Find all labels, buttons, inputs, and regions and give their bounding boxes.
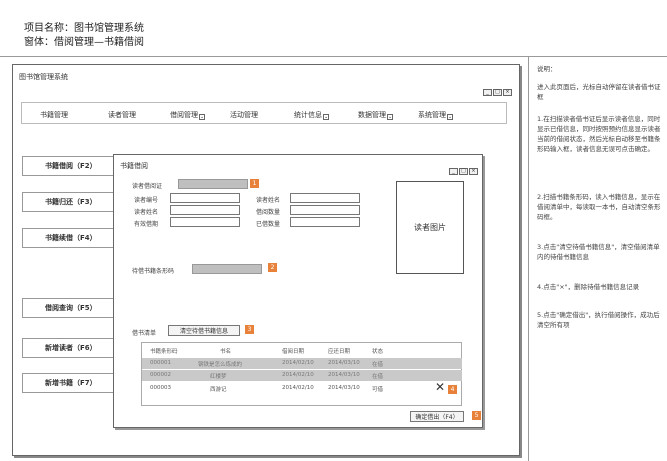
notes-item-1: 1.在扫描读者借书证后显示读者信息，同时显示已借信息，同时按照预约信息显示读者当…	[537, 115, 661, 153]
table-row[interactable]: 000003 西游记 2014/02/10 2014/03/10 可借	[142, 383, 462, 394]
menu-statistics[interactable]: 统计信息 ⌄	[294, 110, 329, 120]
chevron-down-icon: ⌄	[447, 114, 453, 120]
notes-item-3: 3.点击"清空待借书籍信息"，清空借阅清单内的待借书籍信息	[537, 243, 660, 261]
reader-name2-label: 读者姓名	[256, 197, 281, 204]
grid-header-row: 书籍条形码 书名 借阅日期 应还日期 状态	[142, 345, 462, 356]
cell-barcode: 000001	[150, 360, 171, 366]
col-status: 状态	[372, 349, 384, 355]
clear-pending-button[interactable]: 清空待借书籍信息	[168, 325, 240, 336]
menu-borrow[interactable]: 借阅管理 ⌄	[170, 110, 205, 120]
chevron-down-icon: ⌄	[323, 114, 329, 120]
reader-id-field[interactable]	[170, 193, 240, 203]
cell-status: 在借	[372, 362, 384, 368]
confirm-borrow-button[interactable]: 确定借出（F4）	[410, 411, 464, 422]
borrow-list-label: 借书清单	[132, 330, 157, 337]
notes-title: 说明：	[537, 65, 557, 73]
step-badge-3: 3	[245, 325, 254, 334]
chevron-down-icon: ⌄	[199, 114, 205, 120]
borrow-list-grid: 书籍条形码 书名 借阅日期 应还日期 状态 000001 钢铁是怎么炼成的 20…	[141, 342, 462, 406]
borrow-quota-label: 借阅数量	[256, 209, 281, 216]
minimize-button[interactable]: _	[483, 89, 492, 96]
window-title: 图书馆管理系统	[19, 73, 68, 81]
menu-data[interactable]: 数据管理 ⌄	[358, 110, 393, 120]
menu-readers[interactable]: 读者管理	[108, 110, 136, 120]
maximize-button[interactable]: □	[493, 89, 502, 96]
book-barcode-label: 待借书籍条形码	[132, 268, 175, 275]
notes-panel: 说明： 进入此页面后，光标自动停留在读者借书证框 1.在扫描读者借书证后显示读者…	[528, 56, 667, 461]
valid-period-label: 有效借期	[134, 221, 159, 228]
dialog-maximize-button[interactable]: □	[459, 168, 468, 175]
cell-title: 西游记	[210, 387, 227, 393]
table-row[interactable]: 000001 钢铁是怎么炼成的 2014/02/10 2014/03/10 在借	[142, 358, 462, 369]
window-controls: _ □ ×	[483, 89, 512, 96]
menu-books[interactable]: 书籍管理	[40, 110, 68, 120]
menu-bar: 书籍管理 读者管理 借阅管理 ⌄ 活动管理 统计信息 ⌄ 数据管理 ⌄ 系统管理 ⌄	[21, 102, 507, 124]
project-name: 项目名称：图书馆管理系统	[24, 23, 144, 34]
form-name: 窗体：借阅管理—书籍借阅	[24, 37, 144, 48]
dialog-minimize-button[interactable]: _	[449, 168, 458, 175]
col-due-date: 应还日期	[328, 349, 351, 355]
borrow-dialog: 书籍借阅 _ □ × 读者借阅证 1 读者编号 读者姓名 有效借期 读者姓名 借…	[113, 154, 483, 428]
cell-status: 在借	[372, 374, 384, 380]
col-title: 书名	[220, 349, 232, 355]
table-row[interactable]: 000002 红楼梦 2014/02/10 2014/03/10 在借	[142, 370, 462, 381]
notes-item-2: 2.扫描书籍条形码，读入书籍信息，显示在借阅清单中，每读取一本书，自动清空条形码…	[537, 193, 661, 221]
cell-barcode: 000002	[150, 372, 171, 378]
borrow-quota-field[interactable]	[290, 205, 360, 215]
dialog-controls: _ □ ×	[449, 168, 478, 175]
reader-id-label: 读者编号	[134, 197, 159, 204]
col-borrow-date: 借阅日期	[282, 349, 305, 355]
dialog-title: 书籍借阅	[120, 162, 148, 170]
cell-due-date: 2014/03/10	[328, 385, 360, 391]
step-badge-2: 2	[268, 263, 277, 272]
menu-activities[interactable]: 活动管理	[230, 110, 258, 120]
reader-name-field[interactable]	[170, 205, 240, 215]
borrowed-count-label: 已借数量	[256, 221, 281, 228]
cell-borrow-date: 2014/02/10	[282, 372, 314, 378]
step-badge-1: 1	[250, 179, 259, 188]
chevron-down-icon: ⌄	[387, 114, 393, 120]
notes-item-5: 5.点击"确定借出"，执行借阅操作，成功后清空所有项	[537, 311, 660, 329]
reader-card-input[interactable]	[178, 179, 248, 189]
menu-system[interactable]: 系统管理 ⌄	[418, 110, 453, 120]
cell-barcode: 000003	[150, 385, 171, 391]
delete-row-icon[interactable]: ✕	[435, 380, 445, 394]
cell-borrow-date: 2014/02/10	[282, 360, 314, 366]
close-button[interactable]: ×	[503, 89, 512, 96]
step-badge-4: 4	[448, 385, 457, 394]
cell-borrow-date: 2014/02/10	[282, 385, 314, 391]
cell-due-date: 2014/03/10	[328, 372, 360, 378]
step-badge-5: 5	[472, 411, 481, 420]
reader-name-label: 读者姓名	[134, 209, 159, 216]
dialog-close-button[interactable]: ×	[469, 168, 478, 175]
notes-item-4: 4.点击"×"，删除待借书籍信息记录	[537, 283, 640, 291]
cell-due-date: 2014/03/10	[328, 360, 360, 366]
notes-intro: 进入此页面后，光标自动停留在读者借书证框	[537, 83, 661, 101]
book-barcode-input[interactable]	[192, 264, 262, 274]
cell-title: 红楼梦	[210, 374, 227, 380]
cell-status: 可借	[372, 387, 384, 393]
reader-card-label: 读者借阅证	[132, 183, 163, 190]
cell-title: 钢铁是怎么炼成的	[198, 362, 243, 368]
borrowed-count-field[interactable]	[290, 217, 360, 227]
reader-photo: 读者图片	[396, 181, 464, 274]
valid-period-field[interactable]	[170, 217, 240, 227]
col-barcode: 书籍条形码	[150, 349, 178, 355]
reader-name2-field[interactable]	[290, 193, 360, 203]
